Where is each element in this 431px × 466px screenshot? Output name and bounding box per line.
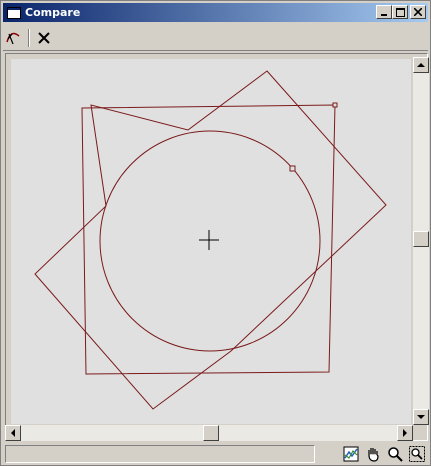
vertex-handle[interactable] [289, 165, 296, 172]
arrow-right-icon [403, 429, 407, 437]
minimize-button[interactable] [376, 5, 392, 19]
toolbar [3, 25, 428, 51]
maximize-icon [395, 7, 405, 17]
curve-canvas[interactable] [11, 59, 411, 424]
horizontal-scrollbar[interactable] [5, 425, 413, 441]
zoom-extents-icon [343, 446, 359, 462]
scroll-up-button[interactable] [413, 57, 429, 73]
minimize-icon [381, 14, 387, 16]
zoom-region-button[interactable] [406, 445, 428, 463]
zoom-icon [388, 447, 403, 462]
arrow-left-icon [11, 429, 15, 437]
arrow-down-icon [417, 415, 425, 419]
window-title: Compare [25, 6, 81, 19]
toolbar-separator [28, 28, 30, 47]
status-field [5, 445, 315, 463]
curve-pick-icon [6, 32, 20, 44]
x-close-icon [38, 31, 50, 44]
delete-button[interactable] [33, 27, 55, 49]
pick-curve-button[interactable] [3, 27, 25, 49]
arrow-up-icon [417, 63, 425, 67]
pan-button[interactable] [362, 445, 384, 463]
scroll-down-button[interactable] [413, 409, 429, 425]
status-tools [340, 445, 428, 463]
vertical-scroll-thumb[interactable] [413, 231, 429, 247]
center-cross-icon [199, 230, 219, 250]
status-bar [3, 444, 428, 464]
vertex-handle[interactable] [332, 102, 338, 108]
close-icon [414, 8, 422, 16]
pan-hand-icon [368, 448, 379, 462]
maximize-button[interactable] [392, 5, 408, 19]
vertical-scrollbar[interactable] [413, 57, 429, 425]
zoom-region-icon [409, 446, 425, 462]
compare-viewport[interactable] [11, 59, 411, 424]
circle-shape[interactable] [99, 130, 321, 352]
zoom-extents-button[interactable] [340, 445, 362, 463]
title-bar[interactable]: Compare [3, 3, 428, 22]
caption-buttons [376, 5, 426, 19]
window-icon [7, 6, 21, 19]
compare-window: Compare [0, 0, 431, 466]
zoom-button[interactable] [384, 445, 406, 463]
close-button[interactable] [410, 5, 426, 19]
horizontal-scroll-thumb[interactable] [203, 425, 219, 441]
scroll-right-button[interactable] [397, 425, 413, 441]
scroll-left-button[interactable] [5, 425, 21, 441]
